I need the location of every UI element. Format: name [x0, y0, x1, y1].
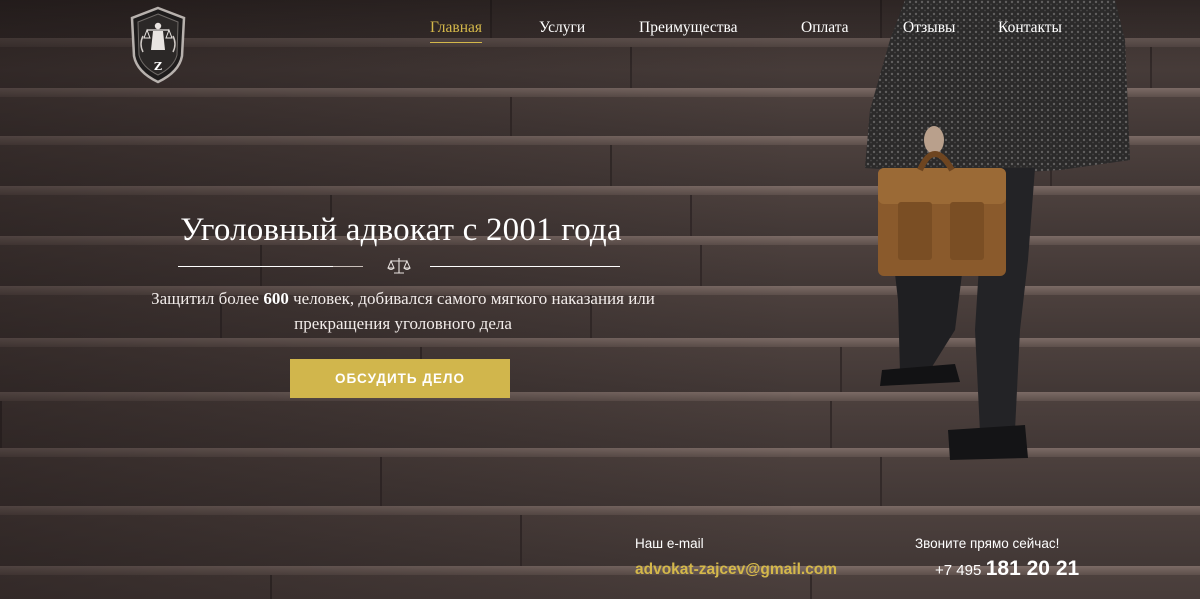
nav-item-home[interactable]: Главная — [430, 19, 483, 43]
hero-title: Уголовный адвокат с 2001 года — [180, 212, 622, 248]
subtitle-count: 600 — [263, 289, 289, 308]
subtitle-text-end: человек, добивался самого мягкого наказа… — [288, 289, 655, 333]
nav-item-advantages[interactable]: Преимущества — [639, 19, 738, 37]
phone-number: 181 20 21 — [985, 557, 1080, 580]
divider-line — [333, 266, 363, 267]
logo-shield-icon[interactable]: Z — [129, 6, 187, 84]
phone-label: Звоните прямо сейчас! — [915, 536, 1060, 551]
phone-link[interactable]: +7 495 181 20 21 — [935, 557, 1079, 581]
subtitle-text-start: Защитил более — [151, 289, 264, 308]
hero-subtitle: Защитил более 600 человек, добивался сам… — [148, 286, 658, 336]
nav-item-services[interactable]: Услуги — [539, 19, 585, 37]
email-link[interactable]: advokat-zajcev@gmail.com — [635, 561, 837, 579]
scales-icon — [387, 258, 411, 274]
nav-item-payment[interactable]: Оплата — [801, 19, 849, 37]
lawyer-photo — [865, 0, 1130, 460]
email-label: Наш e-mail — [635, 536, 704, 551]
nav-item-contacts[interactable]: Контакты — [998, 19, 1062, 37]
discuss-case-button[interactable]: ОБСУДИТЬ ДЕЛО — [290, 359, 510, 398]
nav-item-reviews[interactable]: Отзывы — [903, 19, 955, 37]
divider-line — [178, 266, 333, 267]
title-divider — [178, 257, 620, 275]
main-nav: Главная Услуги Преимущества Оплата Отзыв… — [0, 19, 1200, 43]
divider-line — [430, 266, 620, 267]
logo-letter: Z — [154, 60, 162, 73]
phone-prefix: +7 495 — [935, 562, 982, 579]
